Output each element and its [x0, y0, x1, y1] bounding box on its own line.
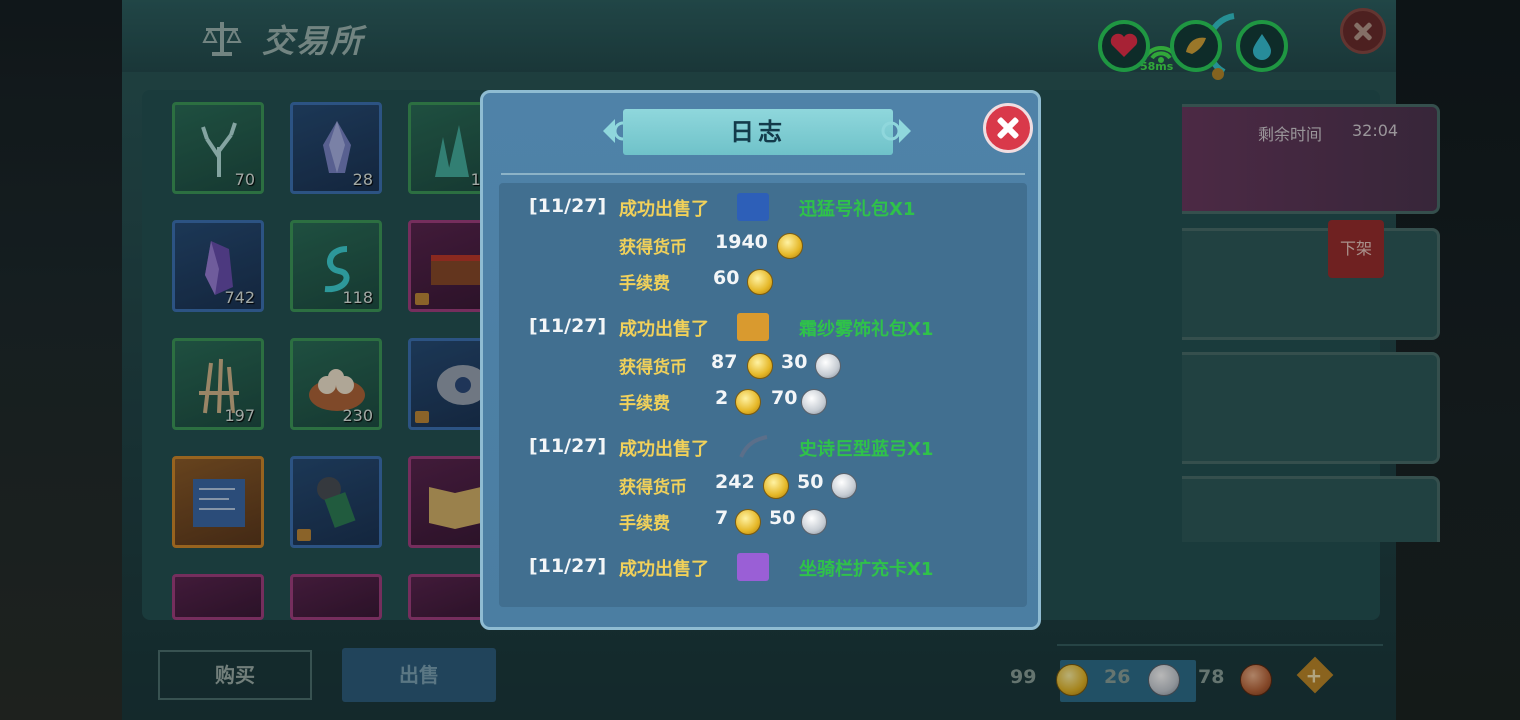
entry-item: 霜纱雾饰礼包X1: [799, 319, 934, 340]
fee-gold: 2: [715, 387, 729, 409]
dialog-header: 日志: [623, 109, 893, 155]
entry-action: 成功出售了: [619, 319, 709, 340]
gold-coin-icon: [747, 353, 773, 379]
fee-label: 手续费: [619, 394, 670, 414]
gold-coin-icon: [747, 269, 773, 295]
income-label: 获得货币: [619, 358, 687, 378]
gift-pack-icon: [737, 313, 769, 341]
fee-silver: 70: [771, 387, 798, 409]
income-gold: 1940: [715, 231, 768, 253]
income-label: 获得货币: [619, 478, 687, 498]
income-silver: 30: [781, 351, 808, 373]
gold-coin-icon: [735, 509, 761, 535]
fee-gold: 7: [715, 507, 729, 529]
entry-action: 成功出售了: [619, 559, 709, 580]
log-entry: [11/27] 成功出售了 坐骑栏扩充卡X1: [499, 549, 1027, 607]
close-dialog-button[interactable]: [983, 103, 1033, 153]
bow-icon: [739, 435, 768, 458]
log-dialog: 日志 [11/27] 成功出售了 迅猛号礼包X1 获得货币 1940 手续费 6…: [480, 90, 1041, 630]
log-entry: [11/27] 成功出售了 史诗巨型蓝弓X1 获得货币 242 50 手续费 7…: [499, 429, 1027, 549]
income-gold: 242: [715, 471, 755, 493]
gold-coin-icon: [735, 389, 761, 415]
income-gold: 87: [711, 351, 738, 373]
entry-item: 迅猛号礼包X1: [799, 199, 916, 220]
entry-item: 史诗巨型蓝弓X1: [799, 439, 934, 460]
entry-date: [11/27]: [529, 195, 607, 217]
fee-label: 手续费: [619, 514, 670, 534]
gold-coin-icon: [777, 233, 803, 259]
silver-coin-icon: [815, 353, 841, 379]
entry-date: [11/27]: [529, 315, 607, 337]
entry-action: 成功出售了: [619, 439, 709, 460]
silver-coin-icon: [801, 389, 827, 415]
entry-item: 坐骑栏扩充卡X1: [799, 559, 934, 580]
fee-label: 手续费: [619, 274, 670, 294]
entry-date: [11/27]: [529, 435, 607, 457]
vehicle-pack-icon: [737, 193, 769, 221]
log-list[interactable]: [11/27] 成功出售了 迅猛号礼包X1 获得货币 1940 手续费 60 […: [499, 183, 1027, 607]
ornament-right-icon: [881, 119, 911, 143]
entry-action: 成功出售了: [619, 199, 709, 220]
income-label: 获得货币: [619, 238, 687, 258]
income-silver: 50: [797, 471, 824, 493]
mount-card-icon: [737, 553, 769, 581]
gold-coin-icon: [763, 473, 789, 499]
entry-date: [11/27]: [529, 555, 607, 577]
log-entry: [11/27] 成功出售了 霜纱雾饰礼包X1 获得货币 87 30 手续费 2 …: [499, 309, 1027, 429]
silver-coin-icon: [831, 473, 857, 499]
fee-silver: 50: [769, 507, 796, 529]
log-entry: [11/27] 成功出售了 迅猛号礼包X1 获得货币 1940 手续费 60: [499, 189, 1027, 309]
silver-coin-icon: [801, 509, 827, 535]
dialog-title: 日志: [730, 118, 786, 146]
divider: [501, 173, 1025, 175]
fee-gold: 60: [713, 267, 740, 289]
